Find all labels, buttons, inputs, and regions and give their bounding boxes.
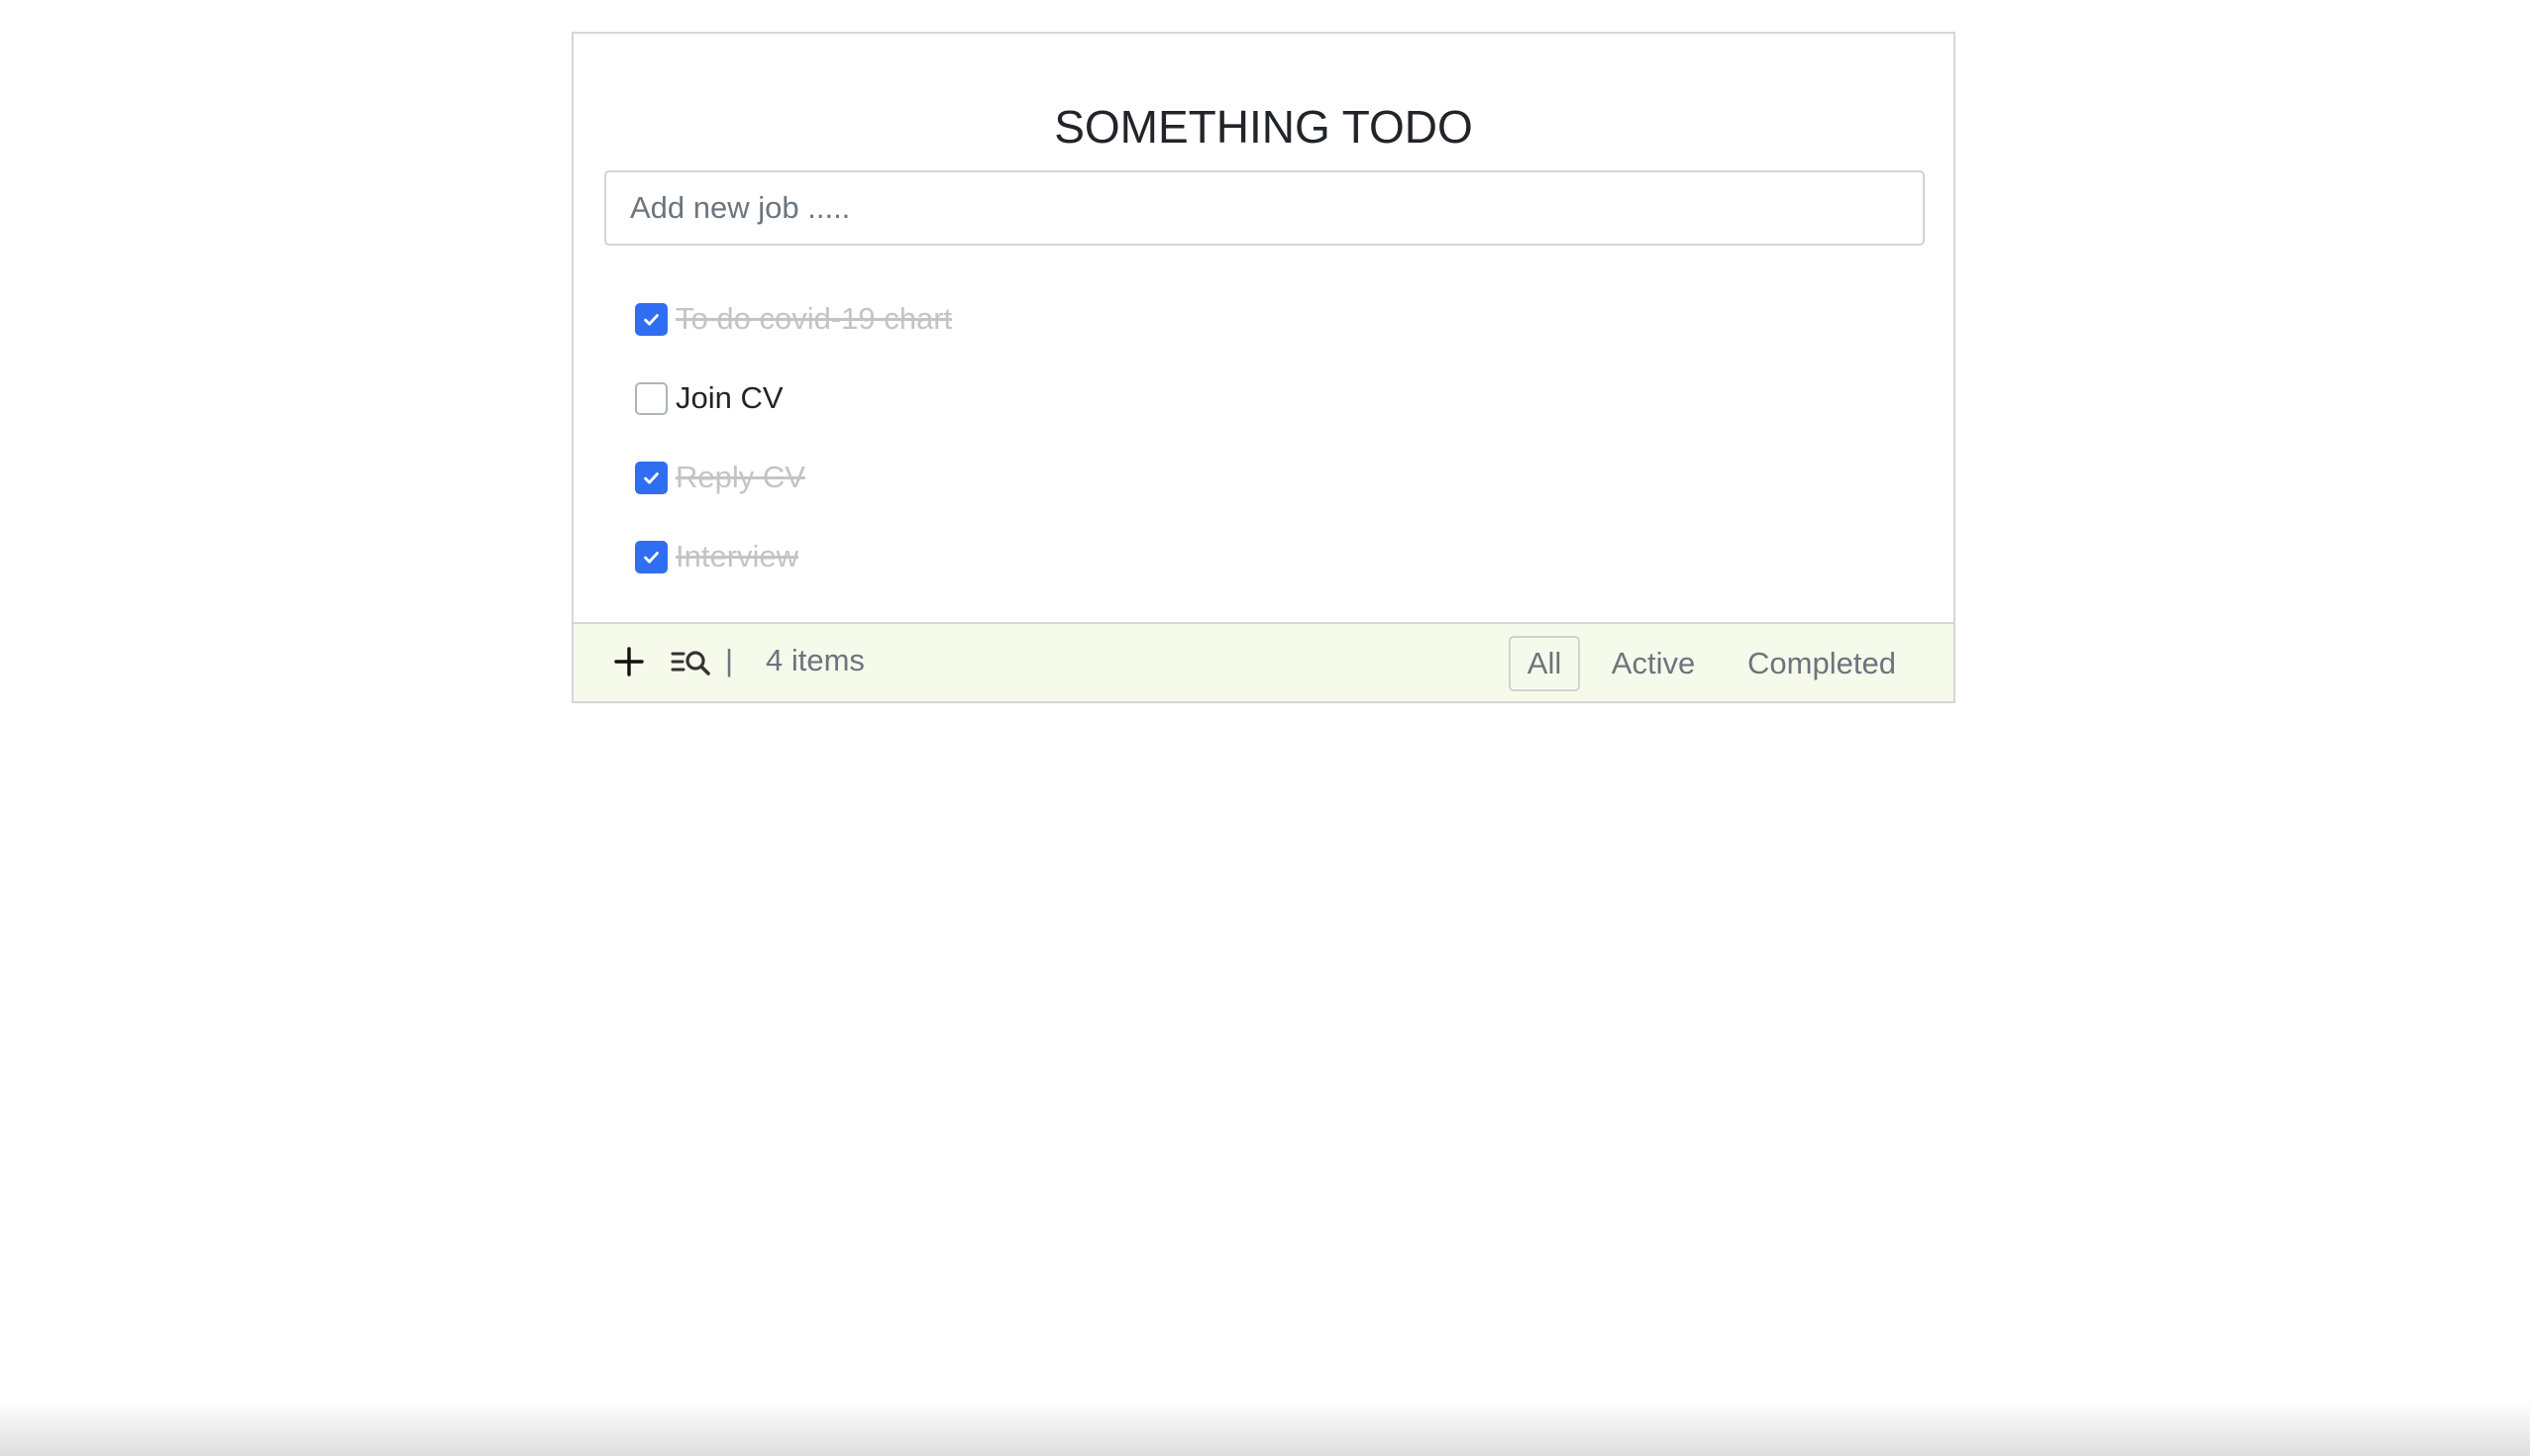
filter-active-button[interactable]: Active [1600, 636, 1707, 691]
todo-checkbox[interactable] [635, 302, 668, 336]
todo-item[interactable]: To do covid-19 chart [635, 295, 952, 343]
new-job-input[interactable] [604, 170, 1925, 246]
todo-item[interactable]: Join CV [635, 374, 784, 422]
check-icon [644, 313, 659, 326]
check-icon [644, 551, 659, 564]
todo-text: To do covid-19 chart [676, 301, 953, 336]
search-list-icon[interactable] [671, 648, 712, 677]
filter-completed-button[interactable]: Completed [1727, 636, 1917, 691]
todo-checkbox[interactable] [635, 381, 668, 415]
page-title: SOMETHING TODO [1054, 101, 1473, 153]
todo-text: Reply CV [676, 460, 805, 494]
footer-separator: | [725, 643, 734, 677]
todo-checkbox[interactable] [635, 540, 668, 573]
todo-card: SOMETHING TODO To do covid-19 chart Join… [572, 32, 1955, 703]
todo-text: Interview [676, 539, 799, 573]
todo-text: Join CV [676, 380, 784, 415]
todo-checkbox[interactable] [635, 461, 668, 494]
window-bottom-edge [0, 1401, 2530, 1456]
todo-item[interactable]: Interview [635, 533, 798, 580]
todo-item[interactable]: Reply CV [635, 454, 805, 501]
plus-icon[interactable] [611, 644, 647, 679]
check-icon [644, 471, 659, 484]
item-count: 4 items [766, 643, 865, 677]
filter-all-button[interactable]: All [1509, 636, 1580, 691]
todo-footer: | 4 items All Active Completed [574, 622, 1953, 701]
